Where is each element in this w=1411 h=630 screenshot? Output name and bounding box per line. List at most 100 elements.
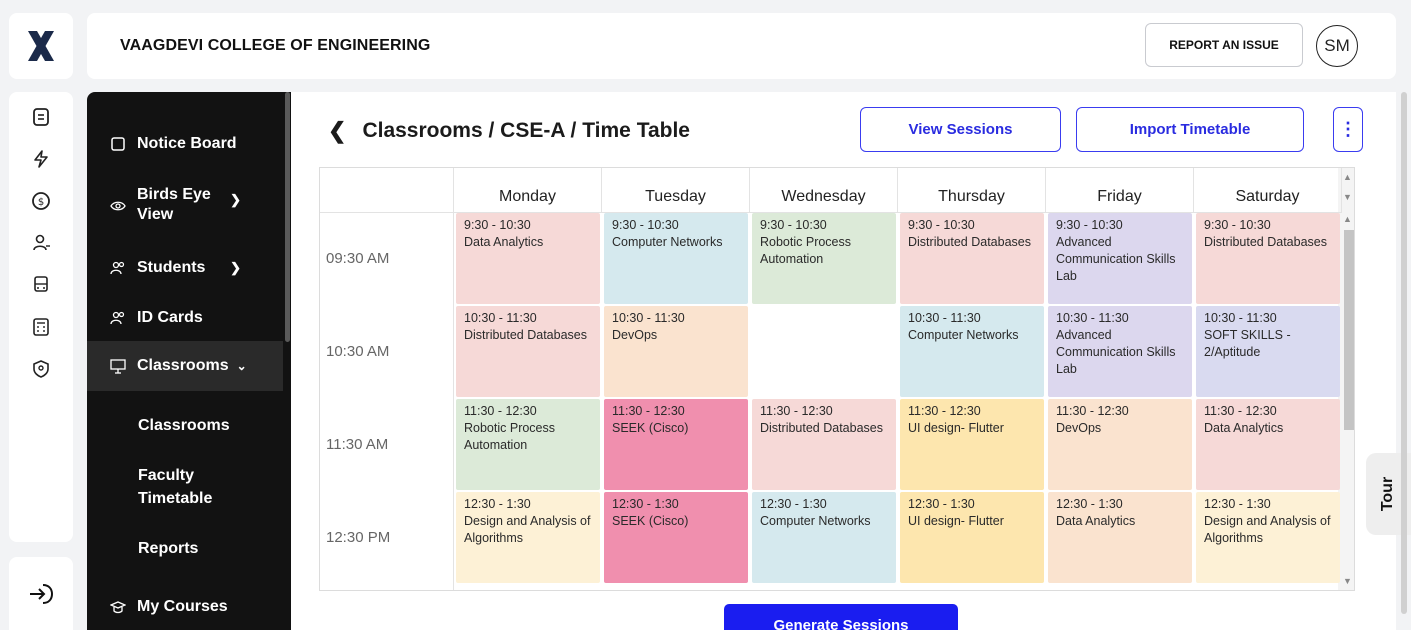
slot-time: 10:30 - 11:30 [464,311,537,325]
menu-item-label: My Courses [137,598,228,615]
timetable-slot[interactable]: 9:30 - 10:30 Robotic Process Automation [752,213,896,304]
chevron-down-icon: ⌄ [236,359,247,373]
slot-time: 12:30 - 1:30 [908,497,975,511]
slot-time: 9:30 - 10:30 [464,218,531,232]
time-label: 11:30 AM [326,436,389,453]
slot-subject: Computer Networks [760,514,871,528]
import-timetable-button[interactable]: Import Timetable [1076,107,1304,152]
slot-time: 9:30 - 10:30 [760,218,827,232]
slot-subject: Computer Networks [908,328,1019,342]
timetable-slot[interactable]: 10:30 - 11:30 Distributed Databases [456,306,600,397]
timetable-grid: ▲ ▼ ▲ ▼ Monday Tuesday Wednesday Thursday Fr… [319,167,1355,591]
timetable-slot[interactable]: 12:30 - 1:30 SEEK (Cisco) [604,492,748,583]
logout-icon [30,583,54,604]
report-issue-button[interactable]: REPORT AN ISSUE [1145,23,1303,67]
timetable-slot[interactable]: 12:30 - 1:30 UI design- Flutter [900,492,1044,583]
timetable-slot[interactable]: 12:30 - 1:30 Design and Analysis of Algor… [456,492,600,583]
user-add-icon[interactable] [30,232,52,254]
timetable-slot[interactable]: 9:30 - 10:30 Distributed Databases [900,213,1044,304]
timetable-slot[interactable]: 11:30 - 12:30 DevOps [1048,399,1192,490]
menu-item-notice-board[interactable]: Notice Board [87,132,283,156]
slot-subject: Distributed Databases [760,421,883,435]
timetable-slot[interactable]: 12:30 - 1:30 Design and Analysis of Algor… [1196,492,1340,583]
view-sessions-button[interactable]: View Sessions [860,107,1061,152]
timetable-slot[interactable]: 12:30 - 1:30 Data Analytics [1048,492,1192,583]
submenu-label-line2: Timetable [138,490,213,507]
chevron-right-icon: ❯ [230,260,241,275]
timetable-slot[interactable]: 10:30 - 11:30 Computer Networks [900,306,1044,397]
scroll-down-small-icon[interactable]: ▼ [1343,192,1352,202]
slot-subject: Data Analytics [464,235,544,249]
slot-time: 10:30 - 11:30 [1204,311,1277,325]
avatar[interactable]: SM [1316,25,1358,67]
slot-time: 11:30 - 12:30 [908,404,981,418]
generate-sessions-button[interactable]: Generate Sessions [724,604,958,630]
more-options-icon[interactable]: ⋮ [1333,107,1363,152]
timetable-slot[interactable]: 9:30 - 10:30 Computer Networks [604,213,748,304]
bus-icon[interactable] [30,274,52,296]
timetable-slot[interactable]: 9:30 - 10:30 Distributed Databases [1196,213,1340,304]
scroll-up-icon[interactable]: ▲ [1343,172,1352,182]
timetable-slot[interactable]: 11:30 - 12:30 Distributed Databases [752,399,896,490]
slot-subject: UI design- Flutter [908,421,1004,435]
document-icon[interactable] [30,106,52,128]
slot-time: 12:30 - 1:30 [1204,497,1271,511]
logo-icon [28,31,54,61]
submenu-label-line1: Faculty [138,467,195,484]
menu-item-birds-eye-view[interactable]: Birds Eye View ❯ [87,185,283,229]
menu-item-label: Students [137,259,206,276]
submenu-faculty-timetable[interactable]: Faculty Timetable [138,464,212,510]
scroll-up-small-icon[interactable]: ▲ [1343,214,1352,224]
day-header: Wednesday [750,168,898,213]
slot-time: 11:30 - 12:30 [1204,404,1277,418]
page-scrollbar[interactable] [1401,92,1407,614]
slot-subject: SOFT SKILLS - 2/Aptitude [1204,328,1291,359]
logout-button[interactable] [9,557,73,630]
menu-item-students[interactable]: Students ❯ [87,256,283,280]
breadcrumb: ❮ Classrooms / CSE-A / Time Table [328,118,690,144]
menu-item-id-cards[interactable]: ID Cards [87,306,283,330]
back-chevron-icon[interactable]: ❮ [328,118,346,144]
timetable-slot[interactable]: 12:30 - 1:30 Computer Networks [752,492,896,583]
side-menu: Notice Board Birds Eye View ❯ Students ❯… [87,92,291,630]
day-header: Monday [454,168,602,213]
users-icon [109,259,127,277]
chevron-right-icon: ❯ [230,192,241,207]
timetable-slot[interactable]: 9:30 - 10:30 Data Analytics [456,213,600,304]
coin-icon[interactable]: $ [30,190,52,212]
slot-time: 11:30 - 12:30 [760,404,833,418]
submenu-classrooms[interactable]: Classrooms [138,414,230,437]
users-icon [109,309,127,327]
time-label: 09:30 AM [326,250,390,267]
timetable-slot[interactable]: 9:30 - 10:30 Advanced Communication Skill… [1048,213,1192,304]
submenu-reports[interactable]: Reports [138,537,198,560]
slot-subject: SEEK (Cisco) [612,514,689,528]
menu-scrollbar[interactable] [285,92,290,342]
timetable-slot[interactable]: 10:30 - 11:30 SOFT SKILLS - 2/Aptitude [1196,306,1340,397]
menu-item-classrooms[interactable]: Classrooms ⌄ [87,341,283,391]
timetable-slot[interactable]: 11:30 - 12:30 SEEK (Cisco) [604,399,748,490]
slot-time: 9:30 - 10:30 [1204,218,1271,232]
timetable-slot[interactable]: 11:30 - 12:30 UI design- Flutter [900,399,1044,490]
graduation-icon [109,598,127,616]
timetable-slot[interactable]: 11:30 - 12:30 Robotic Process Automation [456,399,600,490]
shield-icon[interactable] [30,358,52,380]
flash-icon[interactable] [30,148,52,170]
calculator-icon[interactable] [30,316,52,338]
menu-item-my-courses[interactable]: My Courses [87,595,283,619]
grid-scroll-thumb[interactable] [1344,230,1354,430]
slot-subject: SEEK (Cisco) [612,421,689,435]
scroll-down-icon[interactable]: ▼ [1343,576,1352,586]
timetable-slot[interactable]: 10:30 - 11:30 Advanced Communication Skil… [1048,306,1192,397]
day-header: Saturday [1194,168,1342,213]
slot-time: 11:30 - 12:30 [464,404,537,418]
slot-time: 10:30 - 11:30 [612,311,685,325]
slot-subject: Advanced Communication Skills Lab [1056,235,1176,283]
app-logo[interactable] [9,13,73,79]
menu-item-label: Notice Board [137,135,237,152]
timetable-slot[interactable]: 11:30 - 12:30 Data Analytics [1196,399,1340,490]
timetable-slot[interactable]: 10:30 - 11:30 DevOps [604,306,748,397]
slot-time: 9:30 - 10:30 [612,218,679,232]
slot-subject: Distributed Databases [1204,235,1327,249]
slot-subject: Distributed Databases [908,235,1031,249]
